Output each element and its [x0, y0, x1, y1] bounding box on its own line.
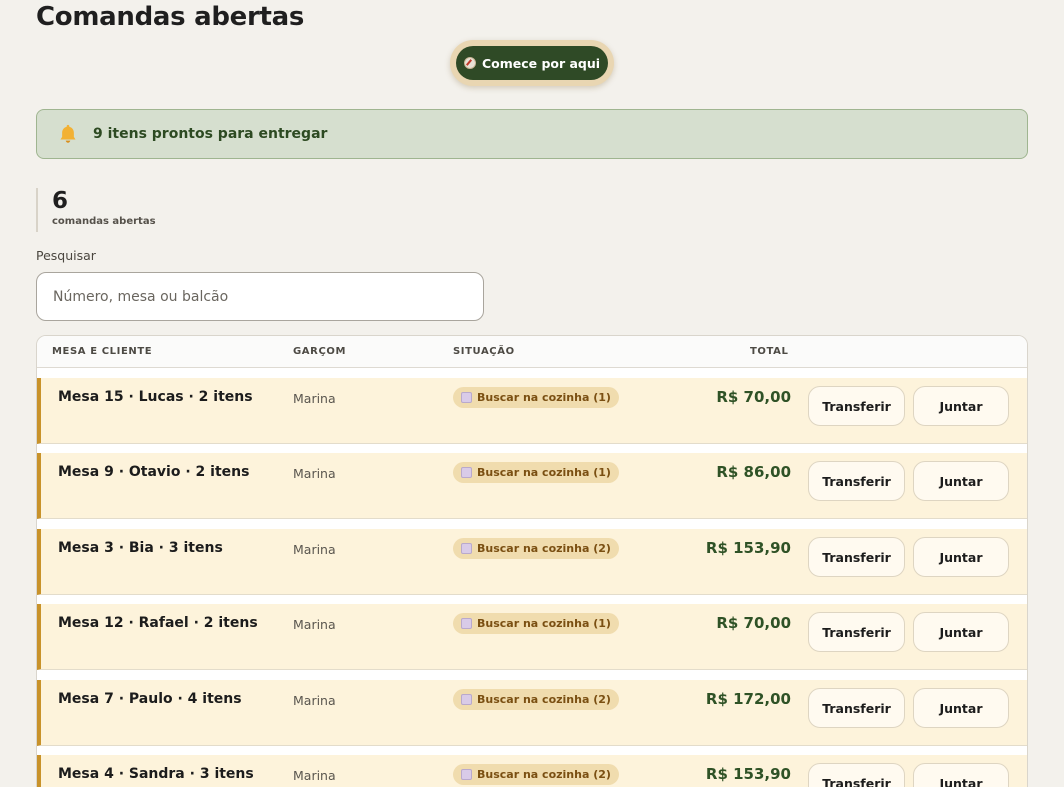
status-badge: Buscar na cozinha (2)	[453, 538, 619, 559]
status-badge: Buscar na cozinha (2)	[453, 689, 619, 710]
status-text: Buscar na cozinha (2)	[477, 768, 611, 781]
table-header: MESA E CLIENTE GARÇOM SITUAÇÃO TOTAL	[37, 336, 1027, 368]
alert-text: 9 itens prontos para entregar	[93, 126, 328, 142]
compass-icon	[463, 57, 476, 69]
row-total: R$ 153,90	[705, 539, 791, 557]
table-row[interactable]: Mesa 15 · Lucas · 2 itens Marina Buscar …	[37, 378, 1027, 444]
status-badge: Buscar na cozinha (1)	[453, 387, 619, 408]
transfer-button[interactable]: Transferir	[808, 461, 905, 501]
join-button[interactable]: Juntar	[913, 763, 1009, 787]
table-row[interactable]: Mesa 9 · Otavio · 2 itens Marina Buscar …	[37, 453, 1027, 519]
status-badge: Buscar na cozinha (2)	[453, 764, 619, 785]
status-badge: Buscar na cozinha (1)	[453, 613, 619, 634]
search-input[interactable]	[36, 272, 484, 321]
join-button[interactable]: Juntar	[913, 612, 1009, 652]
row-client: Mesa 15 · Lucas · 2 itens	[58, 389, 253, 405]
plate-icon	[461, 543, 472, 554]
row-waiter: Marina	[293, 466, 336, 481]
table-row[interactable]: Mesa 7 · Paulo · 4 itens Marina Buscar n…	[37, 680, 1027, 746]
transfer-button[interactable]: Transferir	[808, 537, 905, 577]
row-client: Mesa 12 · Rafael · 2 itens	[58, 615, 258, 631]
search-label: Pesquisar	[36, 248, 96, 263]
status-text: Buscar na cozinha (2)	[477, 693, 611, 706]
header-total: TOTAL	[750, 346, 789, 357]
row-total: R$ 70,00	[716, 614, 791, 632]
header-status: SITUAÇÃO	[453, 346, 515, 357]
transfer-button[interactable]: Transferir	[808, 688, 905, 728]
row-waiter: Marina	[293, 768, 336, 783]
row-client: Mesa 4 · Sandra · 3 itens	[58, 766, 254, 782]
row-total: R$ 153,90	[705, 765, 791, 783]
join-button[interactable]: Juntar	[913, 537, 1009, 577]
join-button[interactable]: Juntar	[913, 386, 1009, 426]
ready-items-alert[interactable]: 9 itens prontos para entregar	[36, 109, 1028, 159]
start-here-label: Comece por aqui	[481, 55, 601, 71]
row-client: Mesa 9 · Otavio · 2 itens	[58, 464, 250, 480]
header-client: MESA E CLIENTE	[52, 346, 153, 357]
open-orders-count: 6	[52, 188, 69, 214]
transfer-button[interactable]: Transferir	[808, 612, 905, 652]
status-text: Buscar na cozinha (2)	[477, 542, 611, 555]
bell-icon	[60, 124, 76, 143]
plate-icon	[461, 467, 472, 478]
status-badge: Buscar na cozinha (1)	[453, 462, 619, 483]
table-row[interactable]: Mesa 4 · Sandra · 3 itens Marina Buscar …	[37, 755, 1027, 787]
start-here-button[interactable]: Comece por aqui	[456, 46, 608, 80]
row-total: R$ 70,00	[716, 388, 791, 406]
status-text: Buscar na cozinha (1)	[477, 617, 611, 630]
open-orders-stat: 6 comandas abertas	[36, 188, 156, 232]
transfer-button[interactable]: Transferir	[808, 763, 905, 787]
plate-icon	[461, 769, 472, 780]
open-orders-label: comandas abertas	[52, 216, 156, 227]
orders-table: MESA E CLIENTE GARÇOM SITUAÇÃO TOTAL Mes…	[36, 335, 1028, 787]
join-button[interactable]: Juntar	[913, 688, 1009, 728]
page-title: Comandas abertas	[36, 2, 305, 32]
plate-icon	[461, 694, 472, 705]
table-row[interactable]: Mesa 3 · Bia · 3 itens Marina Buscar na …	[37, 529, 1027, 595]
transfer-button[interactable]: Transferir	[808, 386, 905, 426]
row-waiter: Marina	[293, 542, 336, 557]
plate-icon	[461, 392, 472, 403]
row-waiter: Marina	[293, 617, 336, 632]
plate-icon	[461, 618, 472, 629]
status-text: Buscar na cozinha (1)	[477, 391, 611, 404]
row-client: Mesa 7 · Paulo · 4 itens	[58, 691, 242, 707]
header-waiter: GARÇOM	[293, 346, 347, 357]
row-waiter: Marina	[293, 391, 336, 406]
row-client: Mesa 3 · Bia · 3 itens	[58, 540, 223, 556]
start-button-wrap: Comece por aqui	[450, 40, 614, 86]
table-row[interactable]: Mesa 12 · Rafael · 2 itens Marina Buscar…	[37, 604, 1027, 670]
row-total: R$ 86,00	[716, 463, 791, 481]
row-total: R$ 172,00	[705, 690, 791, 708]
join-button[interactable]: Juntar	[913, 461, 1009, 501]
row-waiter: Marina	[293, 693, 336, 708]
status-text: Buscar na cozinha (1)	[477, 466, 611, 479]
